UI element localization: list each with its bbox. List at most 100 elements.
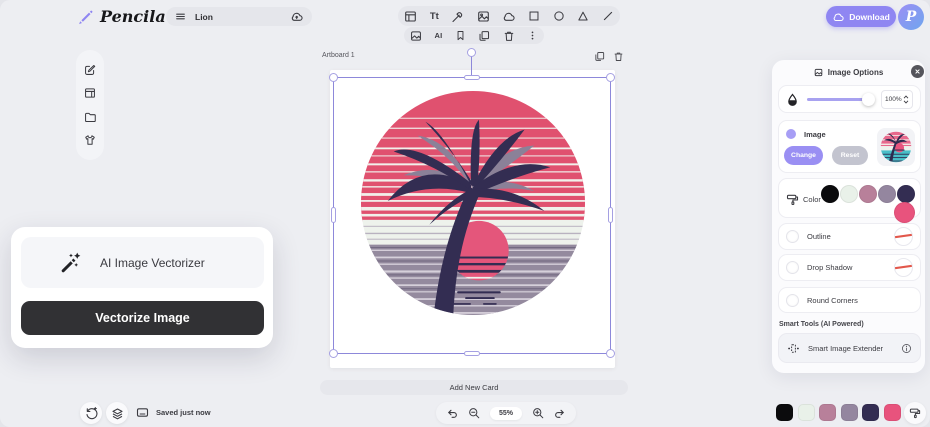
vectorize-image-button[interactable]: Vectorize Image: [21, 301, 264, 335]
outline-toggle[interactable]: [786, 230, 799, 243]
zoom-out-icon[interactable]: [468, 407, 480, 419]
smart-extender-card[interactable]: Smart Image Extender: [778, 333, 921, 363]
text-icon[interactable]: Tt: [430, 11, 439, 22]
image-thumbnail[interactable]: [877, 128, 915, 166]
color-swatch[interactable]: [859, 185, 877, 203]
artboard-label[interactable]: Artboard 1: [322, 52, 355, 59]
tshirt-icon[interactable]: [84, 134, 96, 146]
round-corners-toggle[interactable]: [786, 294, 799, 307]
color-swatch[interactable]: [776, 404, 793, 421]
color-swatch[interactable]: [862, 404, 879, 421]
color-swatch[interactable]: [897, 185, 915, 203]
rotate-handle[interactable]: [467, 48, 476, 57]
cloud-upload-icon[interactable]: [502, 10, 515, 23]
panel-title: Image Options: [828, 68, 884, 77]
image-icon[interactable]: [477, 10, 490, 23]
download-button[interactable]: Download: [826, 6, 896, 27]
duplicate-icon[interactable]: [478, 30, 490, 42]
photo-icon[interactable]: [410, 30, 422, 42]
panel-close-button[interactable]: [911, 65, 924, 78]
color-swatch[interactable]: [840, 185, 858, 203]
zoom-in-icon[interactable]: [532, 407, 544, 419]
square-icon[interactable]: [528, 10, 540, 22]
opacity-slider-knob[interactable]: [862, 93, 875, 106]
saved-text: Saved just now: [156, 408, 211, 417]
redo-icon[interactable]: [554, 407, 566, 419]
download-label: Download: [849, 12, 890, 22]
reset-image-button[interactable]: Reset: [832, 146, 868, 165]
app-window: Pencila Lion Tt AI Download P: [0, 0, 930, 427]
file-menu-pill[interactable]: Lion: [166, 7, 312, 26]
ai-icon[interactable]: AI: [434, 31, 442, 40]
pen-icon[interactable]: [451, 10, 464, 23]
line-icon[interactable]: [602, 10, 614, 22]
color-swatch[interactable]: [819, 404, 836, 421]
image-label: Image: [804, 130, 826, 139]
artboard-icon[interactable]: [404, 10, 417, 23]
color-swatch[interactable]: [841, 404, 858, 421]
trash-icon[interactable]: [503, 30, 515, 42]
change-image-button[interactable]: Change: [784, 146, 823, 165]
resize-handle-e[interactable]: [608, 207, 613, 223]
left-sidebar: [76, 50, 104, 160]
edit-icon[interactable]: [84, 64, 96, 76]
opacity-card: 100%: [778, 85, 921, 113]
more-icon[interactable]: [527, 30, 538, 41]
folder-icon[interactable]: [84, 111, 96, 123]
saved-card-icon: [136, 406, 149, 419]
avatar-initial: P: [906, 9, 917, 25]
drop-shadow-toggle[interactable]: [786, 261, 799, 274]
add-new-card-button[interactable]: Add New Card: [320, 380, 628, 395]
image-options-icon: [814, 68, 823, 77]
layers-button[interactable]: [106, 402, 128, 424]
resize-handle-sw[interactable]: [329, 349, 338, 358]
resize-handle-se[interactable]: [606, 349, 615, 358]
artboard-actions: [594, 51, 624, 62]
palm-sunset-image[interactable]: [358, 88, 588, 318]
undo-icon[interactable]: [446, 407, 458, 419]
zoom-level-value[interactable]: 55%: [490, 407, 522, 420]
file-name: Lion: [195, 12, 290, 22]
color-swatch[interactable]: [798, 404, 815, 421]
bookmark-icon[interactable]: [455, 30, 466, 41]
round-corners-label: Round Corners: [807, 296, 913, 305]
resize-handle-nw[interactable]: [329, 73, 338, 82]
outline-card: Outline: [778, 223, 921, 250]
quick-color-palette: [776, 404, 901, 421]
outline-none-swatch[interactable]: [894, 227, 913, 246]
color-swatch[interactable]: [884, 404, 901, 421]
artboard-trash-icon[interactable]: [613, 51, 624, 62]
panel-header: Image Options: [772, 60, 925, 84]
color-swatch[interactable]: [894, 202, 915, 223]
artboard-duplicate-icon[interactable]: [594, 51, 605, 62]
history-button[interactable]: [80, 402, 102, 424]
color-swatch[interactable]: [878, 185, 896, 203]
resize-handle-ne[interactable]: [606, 73, 615, 82]
circle-icon[interactable]: [553, 10, 565, 22]
drop-shadow-none-swatch[interactable]: [894, 258, 913, 277]
resize-handle-s[interactable]: [464, 351, 480, 356]
vectorize-button-label: Vectorize Image: [95, 311, 190, 325]
color-swatch[interactable]: [821, 185, 839, 203]
info-icon[interactable]: [901, 343, 912, 354]
resize-handle-n[interactable]: [464, 75, 480, 80]
image-extender-icon: [787, 342, 800, 355]
logo-text: Pencila: [100, 7, 166, 26]
avatar[interactable]: P: [898, 4, 924, 30]
resize-handle-w[interactable]: [331, 207, 336, 223]
menu-icon[interactable]: [175, 11, 186, 22]
opacity-droplet-icon: [786, 93, 799, 106]
template-icon[interactable]: [84, 87, 96, 99]
app-logo[interactable]: Pencila: [78, 7, 166, 26]
cloud-sync-icon[interactable]: [290, 10, 303, 23]
stepper-chevrons-icon[interactable]: [903, 95, 909, 104]
reset-label: Reset: [841, 152, 860, 159]
recolor-button[interactable]: [904, 402, 926, 424]
opacity-slider[interactable]: [807, 98, 873, 101]
magic-wand-icon: [59, 250, 84, 275]
triangle-icon[interactable]: [577, 10, 589, 22]
rotation-line: [471, 56, 472, 77]
image-layer-dot-icon: [786, 129, 796, 139]
change-label: Change: [791, 152, 816, 159]
opacity-value-stepper[interactable]: 100%: [881, 90, 913, 109]
